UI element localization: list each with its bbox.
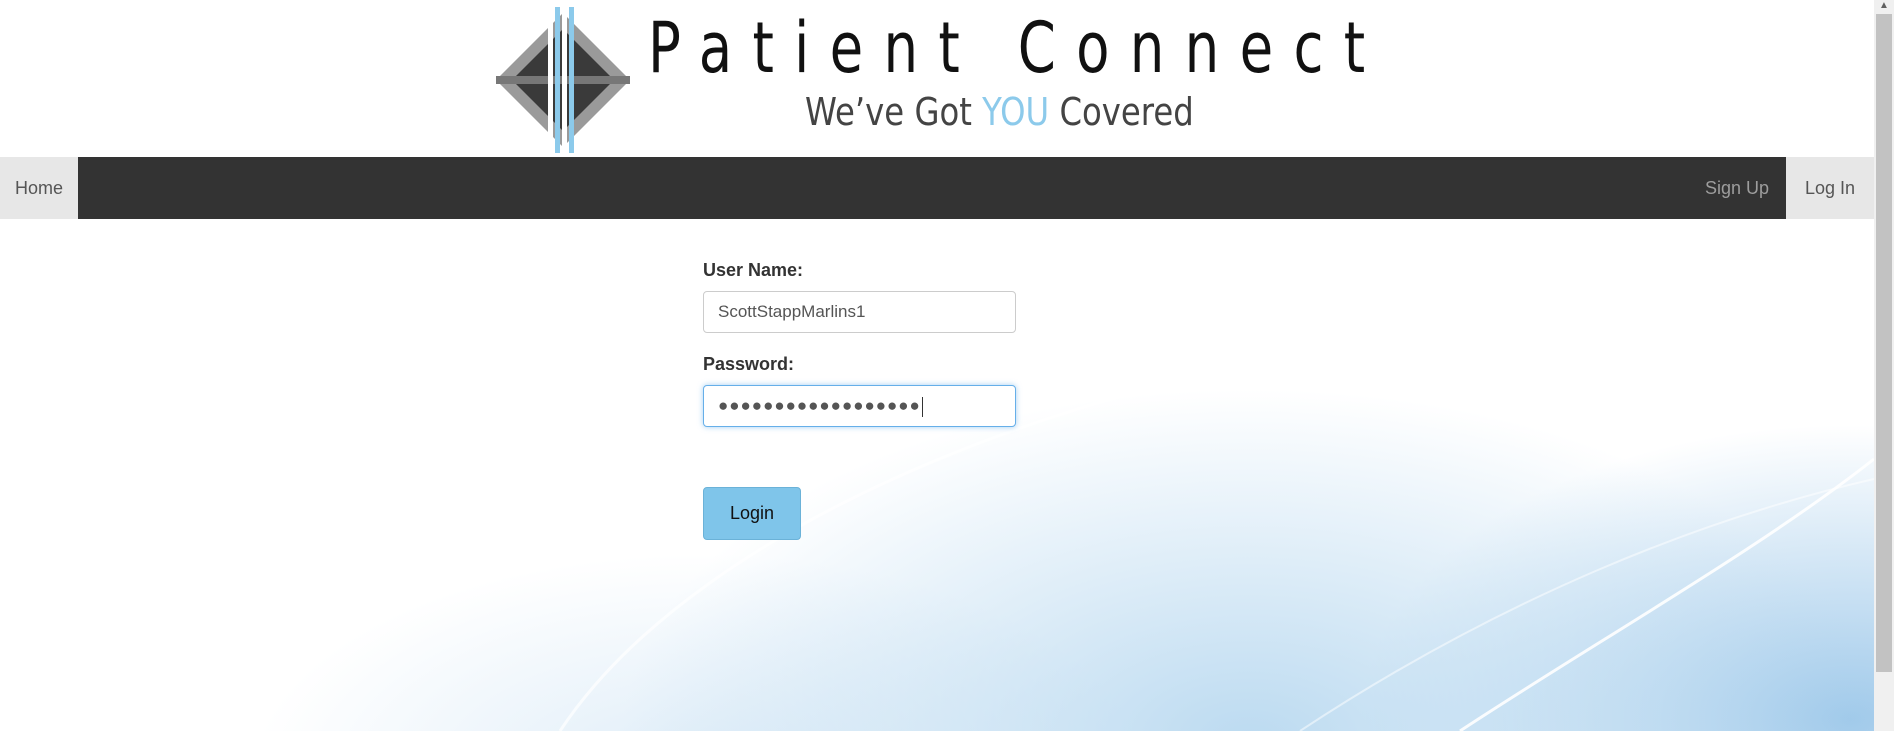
brand-tagline: We’ve Got YOU Covered (805, 93, 1194, 131)
username-input[interactable]: ScottStappMarlins1 (703, 291, 1016, 333)
password-masked-value: ●●●●●●●●●●●●●●●●●● (718, 396, 921, 415)
patient-connect-logo[interactable]: Patient Connect We’ve Got YOU Covered (490, 5, 1365, 155)
site-header: Patient Connect We’ve Got YOU Covered (0, 0, 1874, 157)
brand-name: Patient Connect (648, 7, 1386, 89)
login-form: User Name: ScottStappMarlins1 Password: … (703, 259, 1023, 540)
main-navbar: Home Sign Up Log In (0, 157, 1874, 219)
login-button[interactable]: Login (703, 487, 801, 540)
tagline-end: Covered (1049, 90, 1194, 134)
text-caret (921, 396, 923, 417)
tagline-accent: YOU (982, 90, 1050, 134)
password-input[interactable]: ●●●●●●●●●●●●●●●●●● (703, 385, 1016, 427)
username-value: ScottStappMarlins1 (718, 302, 866, 321)
diamond-cross-logo-icon (496, 7, 630, 153)
tagline-start: We’ve Got (805, 90, 983, 134)
username-label: User Name: (703, 260, 804, 280)
page-scrollbar[interactable]: ▲ (1874, 0, 1894, 731)
nav-log-in-link[interactable]: Log In (1786, 157, 1874, 219)
scroll-up-arrow-icon[interactable]: ▲ (1878, 0, 1890, 12)
scrollbar-thumb[interactable] (1876, 14, 1892, 672)
nav-sign-up-link[interactable]: Sign Up (1690, 157, 1784, 219)
login-content-area: User Name: ScottStappMarlins1 Password: … (0, 219, 1874, 731)
password-label: Password: (703, 354, 795, 374)
nav-home-link[interactable]: Home (0, 157, 78, 219)
